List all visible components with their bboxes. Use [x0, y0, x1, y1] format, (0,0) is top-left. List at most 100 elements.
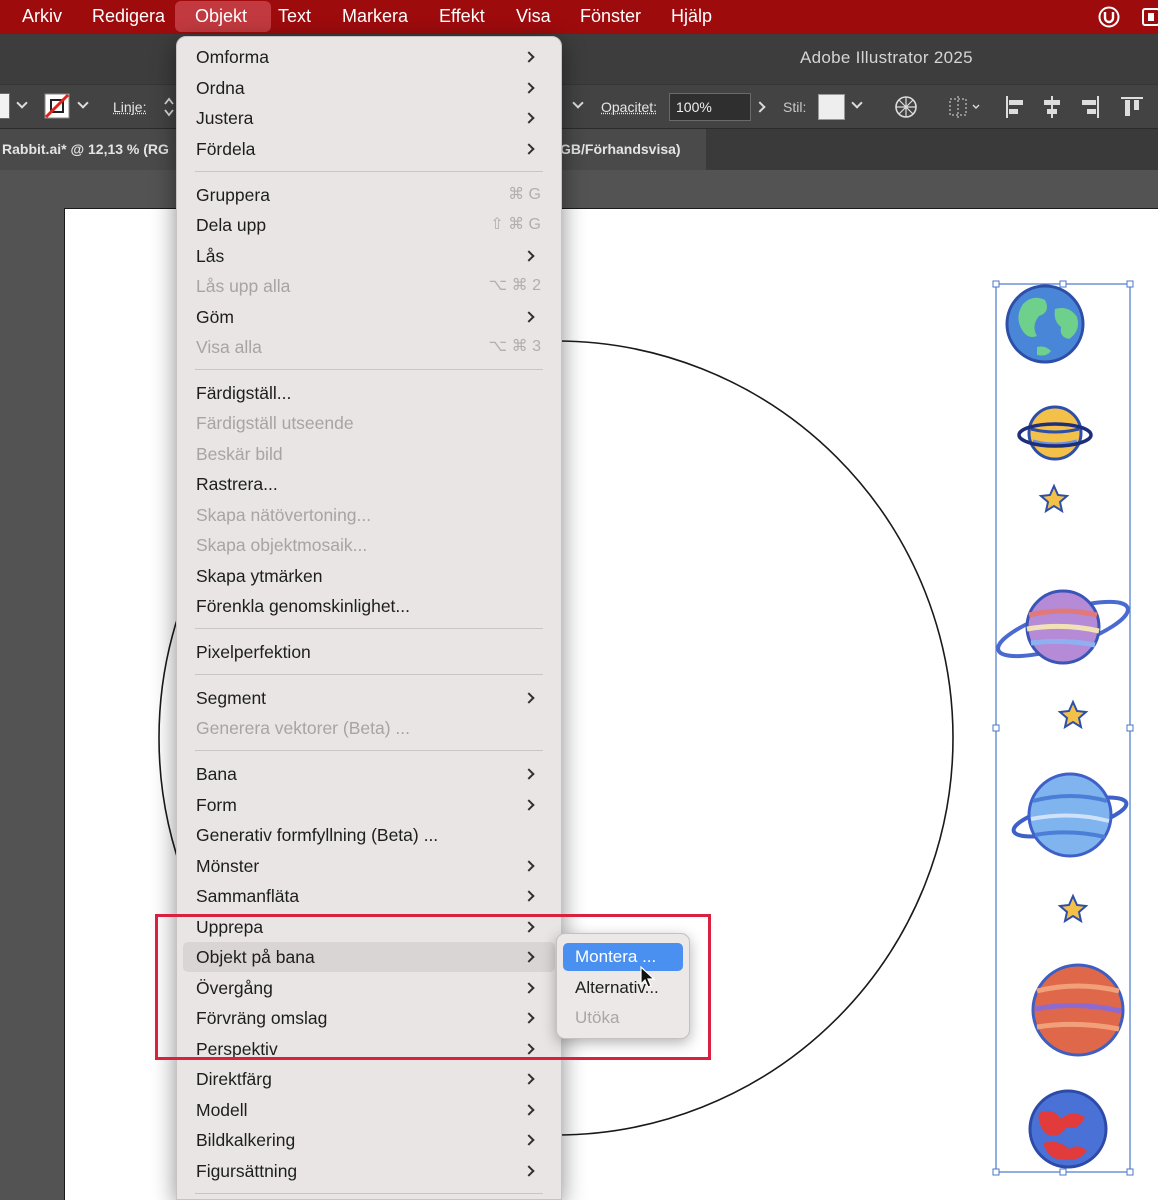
- menu-item-beskar-bild: Beskär bild: [183, 439, 555, 469]
- menu-item-label: Skapa objektmosaik...: [196, 535, 367, 555]
- document-tab-rabbit[interactable]: Rabbit.ai* @ 12,13 % (RG: [0, 129, 178, 171]
- menu-item-label: Fördela: [196, 139, 255, 159]
- chevron-right-icon: [523, 311, 534, 322]
- ringed-planet-blue-icon: [1010, 774, 1129, 856]
- menu-bar: Arkiv Redigera Objekt Text Markera Effek…: [0, 0, 1158, 34]
- align-center-icon[interactable]: [1039, 94, 1065, 120]
- menu-item-label: Modell: [196, 1100, 248, 1120]
- stroke-weight-stepper[interactable]: [162, 95, 176, 119]
- fill-swatch[interactable]: [0, 93, 10, 119]
- opacity-arrow-icon[interactable]: [754, 101, 765, 112]
- menu-item-label: Form: [196, 795, 237, 815]
- menu-item-gruppera[interactable]: Gruppera ⌘ G: [183, 180, 555, 210]
- menu-item-rastrera[interactable]: Rastrera...: [183, 469, 555, 499]
- opacity-input[interactable]: 100%: [669, 93, 751, 121]
- menu-item-bana[interactable]: Bana: [183, 759, 555, 789]
- align-left-icon[interactable]: [1003, 94, 1029, 120]
- torrent-status-icon[interactable]: [1098, 6, 1120, 28]
- menu-item-form[interactable]: Form: [183, 790, 555, 820]
- star-icon: [1060, 702, 1086, 727]
- menu-item-label: Dela upp: [196, 215, 266, 235]
- menu-item-label: Mönster: [196, 856, 259, 876]
- menu-item-pixelperfektion[interactable]: Pixelperfektion: [183, 637, 555, 667]
- menu-item-label: Omforma: [196, 47, 269, 67]
- document-tab-rabbit-continued[interactable]: GB/Förhandsvisa): [560, 129, 706, 171]
- menu-separator: [195, 369, 543, 370]
- chevron-right-icon: [523, 51, 534, 62]
- menu-item-forenkla-genomskinlighet[interactable]: Förenkla genomskinlighet...: [183, 591, 555, 621]
- menu-arkiv[interactable]: Arkiv: [12, 0, 72, 34]
- chevron-right-icon: [523, 890, 534, 901]
- fill-dropdown-icon[interactable]: [16, 97, 27, 108]
- menu-item-bildkalkering[interactable]: Bildkalkering: [183, 1125, 555, 1155]
- menu-item-modell[interactable]: Modell: [183, 1095, 555, 1125]
- stroke-none-icon[interactable]: [44, 93, 70, 119]
- ringed-planet-orange-icon: [1019, 407, 1091, 459]
- menu-visa[interactable]: Visa: [506, 0, 561, 34]
- style-swatch[interactable]: [818, 94, 845, 120]
- ringed-planet-purple-icon: [993, 591, 1133, 667]
- menu-item-label: Skapa ytmärken: [196, 566, 322, 586]
- menu-item-segment[interactable]: Segment: [183, 683, 555, 713]
- menu-item-justera[interactable]: Justera: [183, 103, 555, 133]
- control-bar: Linje: Opacitet: 100% Stil:: [0, 84, 1158, 128]
- menu-item-skapa-ytmarken[interactable]: Skapa ytmärken: [183, 561, 555, 591]
- chevron-right-icon: [523, 1134, 534, 1145]
- shortcut-label: ⇧ ⌘ G: [490, 210, 541, 240]
- menu-item-ordna[interactable]: Ordna: [183, 73, 555, 103]
- menu-item-omforma[interactable]: Omforma: [183, 42, 555, 72]
- app-title: Adobe Illustrator 2025: [800, 48, 973, 68]
- menu-item-label: Göm: [196, 307, 234, 327]
- chevron-right-icon: [523, 692, 534, 703]
- chevron-right-icon: [523, 112, 534, 123]
- menu-objekt[interactable]: Objekt: [175, 1, 271, 32]
- align-to-selection-icon[interactable]: [946, 94, 984, 120]
- menu-item-label: Justera: [196, 108, 253, 128]
- menu-fonster[interactable]: Fönster: [570, 0, 651, 34]
- menu-item-label: Direktfärg: [196, 1069, 272, 1089]
- chevron-right-icon: [523, 860, 534, 871]
- menu-item-label: Pixelperfektion: [196, 642, 311, 662]
- star-icon: [1041, 486, 1067, 511]
- chevron-right-icon: [523, 768, 534, 779]
- menu-item-las-upp-alla: Lås upp alla ⌥ ⌘ 2: [183, 271, 555, 301]
- annotation-highlight-box: [155, 914, 711, 1060]
- app-title-bar: Adobe Illustrator 2025: [0, 34, 1158, 84]
- align-top-icon[interactable]: [1119, 94, 1145, 120]
- opacitet-label[interactable]: Opacitet:: [601, 99, 657, 115]
- menu-item-figursattning[interactable]: Figursättning: [183, 1156, 555, 1186]
- recolor-artwork-icon[interactable]: [893, 94, 919, 120]
- menu-redigera[interactable]: Redigera: [82, 0, 175, 34]
- menu-item-dela-upp[interactable]: Dela upp ⇧ ⌘ G: [183, 210, 555, 240]
- menu-item-sammanflata[interactable]: Sammanfläta: [183, 881, 555, 911]
- menu-item-fordela[interactable]: Fördela: [183, 134, 555, 164]
- menu-item-label: Visa alla: [196, 337, 262, 357]
- style-dropdown-icon[interactable]: [851, 97, 862, 108]
- menu-separator: [195, 750, 543, 751]
- app-status-icon[interactable]: [1140, 6, 1158, 28]
- menu-item-generativ-formfyllning[interactable]: Generativ formfyllning (Beta) ...: [183, 820, 555, 850]
- menu-separator: [195, 628, 543, 629]
- menu-hjalp[interactable]: Hjälp: [661, 0, 722, 34]
- menu-text[interactable]: Text: [268, 0, 321, 34]
- menu-item-visa-alla: Visa alla ⌥ ⌘ 3: [183, 332, 555, 362]
- menu-effekt[interactable]: Effekt: [429, 0, 495, 34]
- menu-item-label: Lås upp alla: [196, 276, 290, 296]
- menu-item-direktfarg[interactable]: Direktfärg: [183, 1064, 555, 1094]
- document-tab-bar: Rabbit.ai* @ 12,13 % (RG GB/Förhandsvisa…: [0, 128, 1158, 170]
- menu-markera[interactable]: Markera: [332, 0, 418, 34]
- menu-item-label: Beskär bild: [196, 444, 283, 464]
- profile-dropdown-icon[interactable]: [572, 97, 583, 108]
- shortcut-label: ⌥ ⌘ 3: [489, 332, 541, 362]
- menu-item-monster[interactable]: Mönster: [183, 851, 555, 881]
- menu-item-las[interactable]: Lås: [183, 241, 555, 271]
- menu-item-label: Sammanfläta: [196, 886, 299, 906]
- linje-label[interactable]: Linje:: [113, 99, 146, 115]
- menu-item-fardigstall[interactable]: Färdigställ...: [183, 378, 555, 408]
- menu-item-gom[interactable]: Göm: [183, 302, 555, 332]
- chevron-right-icon: [523, 1104, 534, 1115]
- menu-item-label: Ordna: [196, 78, 245, 98]
- earth-planet-icon: [1007, 286, 1083, 362]
- align-right-icon[interactable]: [1076, 94, 1102, 120]
- stroke-dropdown-icon[interactable]: [77, 97, 88, 108]
